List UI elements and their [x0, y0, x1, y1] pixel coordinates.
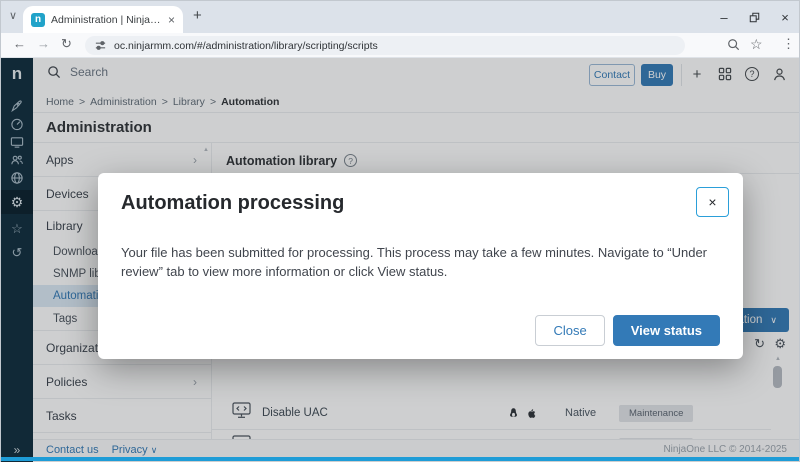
- forward-icon[interactable]: →: [37, 36, 50, 51]
- tab-close-icon[interactable]: ×: [168, 13, 175, 27]
- browser-toolbar: ← → ↻ oc.ninjarmm.com/#/administration/l…: [1, 33, 799, 58]
- bookmark-star-icon[interactable]: ☆: [750, 36, 763, 53]
- window-close-button[interactable]: ×: [773, 5, 797, 29]
- browser-menu-icon[interactable]: ⋮: [782, 36, 795, 52]
- modal-title: Automation processing: [121, 192, 344, 215]
- browser-tabstrip: ∨ n Administration | NinjaOne × + – ×: [1, 1, 799, 33]
- zoom-icon[interactable]: [727, 38, 740, 54]
- close-button[interactable]: Close: [535, 315, 604, 346]
- tab-title: Administration | NinjaOne: [51, 14, 162, 26]
- window-minimize-button[interactable]: –: [712, 5, 736, 29]
- url-bar[interactable]: oc.ninjarmm.com/#/administration/library…: [85, 36, 685, 55]
- browser-window: ∨ n Administration | NinjaOne × + – × ← …: [0, 0, 800, 462]
- view-status-button[interactable]: View status: [613, 315, 720, 346]
- window-bottom-accent: [1, 457, 799, 461]
- reload-icon[interactable]: ↻: [61, 36, 72, 52]
- ninjaone-favicon: n: [31, 13, 45, 27]
- modal-close-icon[interactable]: ×: [696, 187, 729, 217]
- browser-tab[interactable]: n Administration | NinjaOne ×: [23, 6, 183, 33]
- restore-icon: [749, 12, 760, 23]
- tab-search-chevron-icon[interactable]: ∨: [9, 9, 17, 22]
- window-restore-button[interactable]: [742, 5, 766, 29]
- back-icon[interactable]: ←: [13, 36, 26, 51]
- new-tab-button[interactable]: +: [193, 7, 202, 24]
- url-text: oc.ninjarmm.com/#/administration/library…: [114, 40, 378, 52]
- modal-body-text: Your file has been submitted for process…: [121, 243, 723, 281]
- ninjaone-app: n ⚙ ☆ ↺ »: [1, 58, 799, 462]
- automation-processing-modal: Automation processing × Your file has be…: [98, 173, 743, 359]
- site-settings-icon[interactable]: [94, 39, 107, 52]
